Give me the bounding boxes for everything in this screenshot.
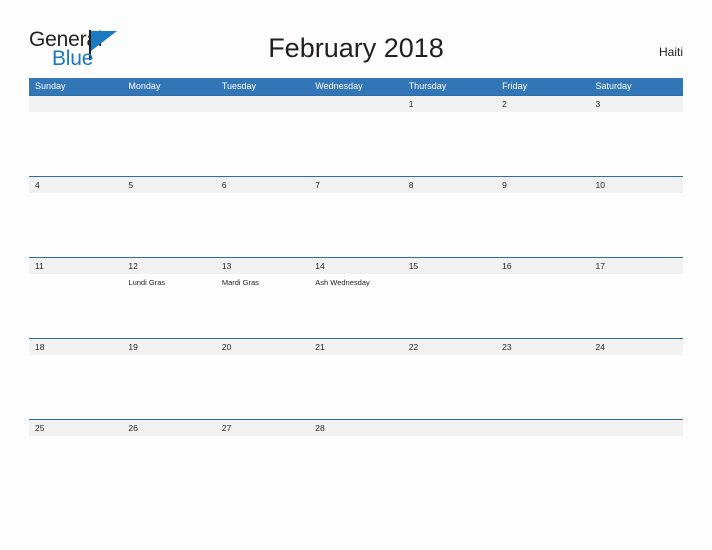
day-cell[interactable]: [122, 96, 215, 177]
day-number: 1: [408, 99, 414, 109]
day-cell[interactable]: 3: [590, 96, 683, 177]
day-cell[interactable]: 24: [590, 339, 683, 420]
day-cell[interactable]: [590, 420, 683, 501]
calendar-location-label: Haiti: [658, 45, 683, 59]
day-cell[interactable]: 5: [122, 177, 215, 258]
weekday-header-wednesday: Wednesday: [315, 81, 363, 91]
day-cell[interactable]: [496, 420, 589, 501]
page-header: General Blue February 2018 Haiti: [0, 0, 712, 78]
day-number: 6: [221, 180, 227, 190]
day-number: [128, 96, 215, 112]
day-cell[interactable]: [29, 96, 122, 177]
day-cell[interactable]: 21: [309, 339, 402, 420]
day-cell[interactable]: 11: [29, 258, 122, 339]
calendar-week-row: 18 19 20 21 22 23 24: [29, 338, 683, 419]
day-number: [35, 96, 122, 112]
day-cell[interactable]: [216, 96, 309, 177]
day-number: 7: [315, 180, 320, 190]
day-number: [222, 96, 309, 112]
day-cell[interactable]: 2: [496, 96, 589, 177]
day-cell[interactable]: 17: [590, 258, 683, 339]
day-number: 10: [595, 180, 605, 190]
day-number: 20: [221, 342, 232, 352]
day-number: 19: [128, 342, 138, 352]
day-number: [409, 420, 496, 436]
day-cell[interactable]: 19: [122, 339, 215, 420]
day-cell[interactable]: 10: [590, 177, 683, 258]
day-number: 18: [35, 342, 45, 352]
day-number: 14: [315, 261, 325, 271]
weekday-header-sunday: Sunday: [35, 81, 66, 91]
day-cell[interactable]: 4: [29, 177, 122, 258]
day-cell[interactable]: 6: [216, 177, 309, 258]
page-title: February 2018: [268, 33, 444, 63]
day-number: 8: [408, 180, 414, 190]
day-cell[interactable]: 27: [216, 420, 309, 501]
day-cell[interactable]: 15: [403, 258, 496, 339]
day-cell[interactable]: 22: [403, 339, 496, 420]
weekday-header-monday: Monday: [128, 81, 161, 91]
day-number: 12: [128, 261, 138, 271]
day-cell[interactable]: 26: [122, 420, 215, 501]
day-number: 2: [502, 99, 507, 109]
day-cell[interactable]: 9: [496, 177, 589, 258]
day-cell[interactable]: 13 Mardi Gras: [216, 258, 309, 339]
day-number: [502, 420, 589, 436]
weekday-header-saturday: Saturday: [595, 81, 632, 91]
day-number: 23: [502, 342, 512, 352]
calendar-week-row: 4 5 6 7 8 9 10: [29, 176, 683, 257]
day-number: 28: [315, 423, 325, 433]
day-cell[interactable]: 18: [29, 339, 122, 420]
day-cell[interactable]: [309, 96, 402, 177]
day-number: 17: [595, 261, 605, 271]
weekday-header-row: Sunday Monday Tuesday Wednesday Thursday…: [29, 78, 683, 95]
day-number: 24: [595, 342, 605, 352]
weekday-header-friday: Friday: [502, 81, 528, 91]
calendar-week-row: 11 12 Lundi Gras 13 Mardi Gras 14 Ash We…: [29, 257, 683, 338]
day-event: Mardi Gras: [221, 278, 259, 287]
calendar-week-row: 1 2 3: [29, 95, 683, 176]
calendar-week-row: 25 26 27 28: [29, 419, 683, 500]
day-event: Ash Wednesday: [315, 278, 370, 287]
day-number: 4: [35, 180, 40, 190]
day-cell[interactable]: 8: [403, 177, 496, 258]
day-number: 27: [221, 423, 232, 433]
day-cell[interactable]: 25: [29, 420, 122, 501]
day-number: 21: [315, 342, 325, 352]
day-number: [596, 420, 683, 436]
day-number: 11: [35, 261, 44, 271]
weekday-header-tuesday: Tuesday: [221, 81, 257, 91]
day-number: 3: [595, 99, 601, 109]
day-cell[interactable]: 20: [216, 339, 309, 420]
day-number: 25: [35, 423, 45, 433]
day-number: 13: [221, 261, 232, 271]
day-number: 15: [408, 261, 419, 271]
day-event: Lundi Gras: [128, 278, 166, 287]
day-number: 16: [502, 261, 512, 271]
day-cell[interactable]: 16: [496, 258, 589, 339]
day-cell[interactable]: [403, 420, 496, 501]
day-cell[interactable]: 12 Lundi Gras: [122, 258, 215, 339]
day-number: 26: [128, 423, 138, 433]
day-cell[interactable]: 23: [496, 339, 589, 420]
calendar-grid: Sunday Monday Tuesday Wednesday Thursday…: [29, 78, 683, 500]
day-cell[interactable]: 7: [309, 177, 402, 258]
day-number: 9: [502, 180, 507, 190]
weekday-header-thursday: Thursday: [408, 81, 447, 91]
day-cell[interactable]: 14 Ash Wednesday: [309, 258, 402, 339]
day-cell[interactable]: 28: [309, 420, 402, 501]
day-number: 5: [128, 180, 134, 190]
day-number: 22: [408, 342, 419, 352]
day-number: [315, 96, 402, 112]
day-cell[interactable]: 1: [403, 96, 496, 177]
